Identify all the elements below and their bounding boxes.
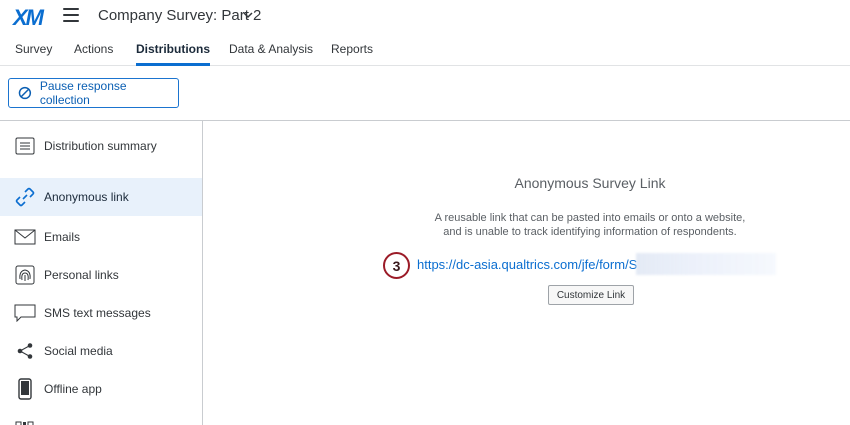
phone-icon: [14, 378, 36, 400]
pause-response-collection-button[interactable]: Pause response collection: [8, 78, 179, 108]
customize-link-button[interactable]: Customize Link: [548, 285, 634, 305]
redacted-link-portion: [636, 253, 776, 275]
sidebar-item-personal-links[interactable]: Personal links: [0, 256, 202, 294]
hamburger-menu-icon[interactable]: [63, 8, 79, 22]
sidebar-item-label: Social media: [44, 344, 113, 358]
tab-survey[interactable]: Survey: [15, 42, 52, 66]
sidebar-item-partial[interactable]: [0, 409, 202, 425]
page-title: Anonymous Survey Link: [514, 175, 666, 191]
anonymous-survey-link[interactable]: https://dc-asia.qualtrics.com/jfe/form/S: [417, 257, 637, 272]
link-description: A reusable link that can be pasted into …: [400, 211, 780, 239]
survey-title[interactable]: Company Survey: Part 2: [98, 7, 261, 24]
description-line: and is unable to track identifying infor…: [443, 226, 737, 238]
tab-reports[interactable]: Reports: [331, 42, 373, 66]
sidebar-item-label: Offline app: [44, 382, 102, 396]
sidebar-item-label: Personal links: [44, 268, 119, 282]
sidebar-item-anonymous-link[interactable]: Anonymous link: [0, 178, 202, 216]
description-line: A reusable link that can be pasted into …: [434, 212, 746, 224]
tab-actions[interactable]: Actions: [74, 42, 113, 66]
sidebar-item-label: Emails: [44, 230, 81, 244]
sidebar-item-distribution-summary[interactable]: Distribution summary: [0, 127, 202, 165]
sidebar: Distribution summary Anonymous link Emai…: [0, 121, 203, 425]
sidebar-item-emails[interactable]: Emails: [0, 218, 202, 256]
top-bar: XM Company Survey: Part 2: [0, 0, 850, 34]
envelope-icon: [14, 226, 36, 248]
chevron-down-icon[interactable]: [243, 10, 253, 20]
sidebar-item-sms-text-messages[interactable]: SMS text messages: [0, 294, 202, 332]
sidebar-item-label: Anonymous link: [44, 190, 129, 204]
share-icon: [14, 340, 36, 362]
tab-distributions[interactable]: Distributions: [136, 42, 210, 66]
list-icon: [14, 135, 36, 157]
tab-data-analysis[interactable]: Data & Analysis: [229, 42, 313, 66]
prohibit-icon: [18, 86, 32, 100]
xm-logo[interactable]: XM: [13, 5, 44, 31]
sidebar-item-social-media[interactable]: Social media: [0, 332, 202, 370]
step-marker: 3: [383, 252, 410, 279]
chat-bubble-icon: [14, 302, 36, 324]
qr-code-icon: [14, 415, 36, 425]
pause-button-label: Pause response collection: [39, 79, 127, 107]
sidebar-item-offline-app[interactable]: Offline app: [0, 370, 202, 408]
sidebar-item-label: Distribution summary: [44, 139, 157, 153]
sidebar-item-label: SMS text messages: [44, 306, 151, 320]
link-icon: [14, 186, 36, 208]
fingerprint-icon: [14, 264, 36, 286]
nav-tabs: Survey Actions Distributions Data & Anal…: [0, 34, 850, 66]
